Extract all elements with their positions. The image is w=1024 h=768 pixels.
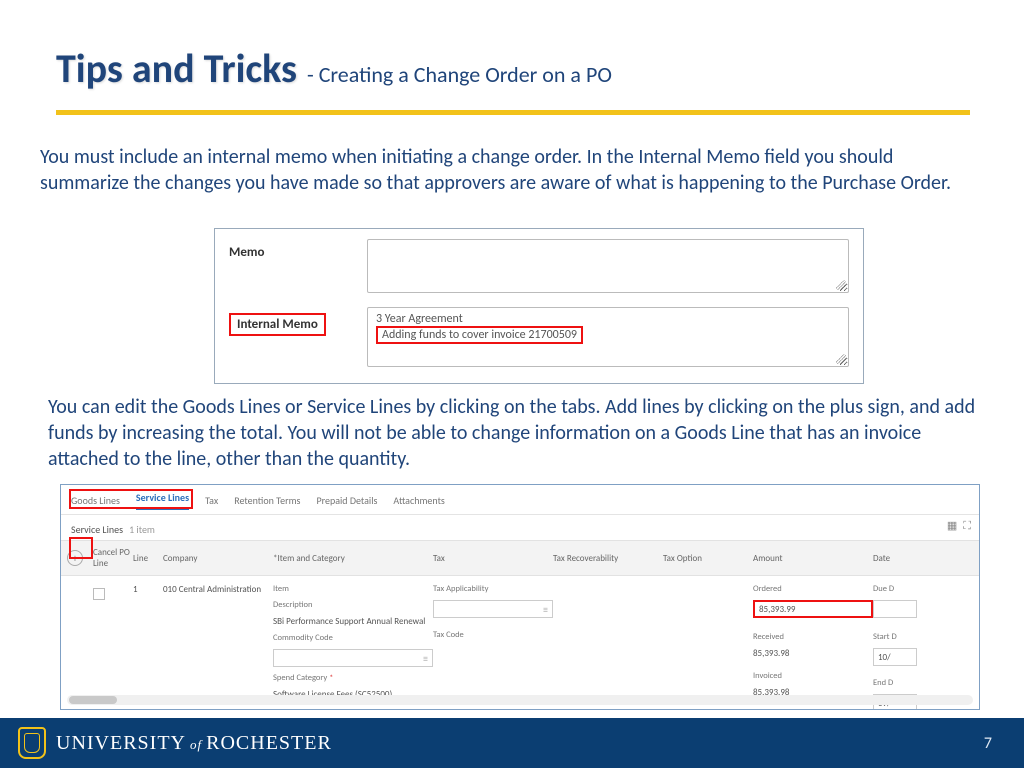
expand-icon[interactable]: ⛶ xyxy=(963,519,971,533)
grid-row: 1 010 Central Administration Item Descri… xyxy=(61,576,979,710)
tab-prepaid-details[interactable]: Prepaid Details xyxy=(316,494,377,507)
scrollbar-thumb[interactable] xyxy=(69,696,117,704)
brand-university: UNIVERSITY xyxy=(56,732,186,754)
ordered-input[interactable]: 85,393.99 xyxy=(753,600,873,618)
description-label: Description xyxy=(273,600,433,610)
cell-line-num: 1 xyxy=(133,584,163,595)
end-date-label: End D xyxy=(873,678,933,688)
page-number: 7 xyxy=(984,734,1006,753)
page-title: Tips and Tricks xyxy=(56,44,297,93)
memo-screenshot: Memo Internal Memo 3 Year Agreement Addi… xyxy=(214,228,864,384)
menu-icon[interactable]: ≡ xyxy=(423,652,428,665)
tab-attachments[interactable]: Attachments xyxy=(393,494,444,507)
resize-grip-icon[interactable] xyxy=(836,354,846,364)
add-line-button[interactable]: + xyxy=(67,550,83,566)
received-value: 85,393.98 xyxy=(753,648,873,659)
received-label: Received xyxy=(753,632,873,642)
tab-goods-lines[interactable]: Goods Lines xyxy=(71,494,120,507)
commodity-label: Commodity Code xyxy=(273,633,433,643)
brand-of: of xyxy=(186,737,206,752)
start-date-input[interactable]: 10/ xyxy=(873,648,917,666)
shield-icon xyxy=(18,727,46,759)
tax-applicability-label: Tax Applicability xyxy=(433,584,553,594)
col-tax-recoverability: Tax Recoverability xyxy=(553,553,663,564)
col-tax-option: Tax Option xyxy=(663,553,753,564)
paragraph-1: You must include an internal memo when i… xyxy=(40,144,980,196)
col-cancel: Cancel PO Line xyxy=(93,547,133,569)
grid-icon[interactable]: ▦ xyxy=(947,519,957,533)
due-date-input[interactable] xyxy=(873,600,917,618)
grid-header: + Cancel PO Line Line Company *Item and … xyxy=(61,540,979,576)
commodity-input[interactable]: ≡ xyxy=(273,649,433,667)
tab-retention-terms[interactable]: Retention Terms xyxy=(234,494,300,507)
slide-footer: UNIVERSITYofROCHESTER 7 xyxy=(0,718,1024,768)
lines-screenshot: Goods Lines Service Lines Tax Retention … xyxy=(60,484,980,710)
memo-field[interactable] xyxy=(367,239,849,293)
ordered-label: Ordered xyxy=(753,584,873,594)
description-value: SBi Performance Support Annual Renewal xyxy=(273,616,433,627)
item-label: Item xyxy=(273,584,433,594)
service-lines-count: 1 item xyxy=(129,523,155,536)
due-date-label: Due D xyxy=(873,584,933,594)
internal-memo-label: Internal Memo xyxy=(229,313,326,336)
col-item-category: *Item and Category xyxy=(273,553,433,564)
invoiced-label: Invoiced xyxy=(753,671,873,681)
internal-memo-line2: Adding funds to cover invoice 21700509 xyxy=(376,326,583,344)
internal-memo-field[interactable]: 3 Year Agreement Adding funds to cover i… xyxy=(367,307,849,367)
tax-applicability-input[interactable]: ≡ xyxy=(433,600,553,618)
col-company: Company xyxy=(163,553,273,564)
page-subtitle: - Creating a Change Order on a PO xyxy=(307,61,612,88)
col-amount: Amount xyxy=(753,553,873,564)
menu-icon[interactable]: ≡ xyxy=(543,603,548,616)
resize-grip-icon[interactable] xyxy=(836,280,846,290)
brand-rochester: ROCHESTER xyxy=(206,732,332,754)
memo-label: Memo xyxy=(229,239,349,260)
col-date: Date xyxy=(873,553,933,564)
col-line: Line xyxy=(133,553,163,564)
horizontal-scrollbar[interactable] xyxy=(67,695,973,705)
spend-category-label: Spend Category * xyxy=(273,673,433,683)
tax-code-label: Tax Code xyxy=(433,630,553,640)
service-lines-label: Service Lines xyxy=(71,523,123,536)
col-tax: Tax xyxy=(433,553,553,564)
paragraph-2: You can edit the Goods Lines or Service … xyxy=(48,394,978,472)
title-divider xyxy=(56,110,970,115)
start-date-label: Start D xyxy=(873,632,933,642)
cancel-checkbox[interactable] xyxy=(93,588,105,600)
university-brand: UNIVERSITYofROCHESTER xyxy=(18,727,332,759)
tab-tax[interactable]: Tax xyxy=(205,494,218,507)
internal-memo-line1: 3 Year Agreement xyxy=(376,312,840,326)
tab-service-lines[interactable]: Service Lines xyxy=(136,491,189,510)
tabs-row: Goods Lines Service Lines Tax Retention … xyxy=(61,485,979,515)
cell-company: 010 Central Administration xyxy=(163,584,273,595)
